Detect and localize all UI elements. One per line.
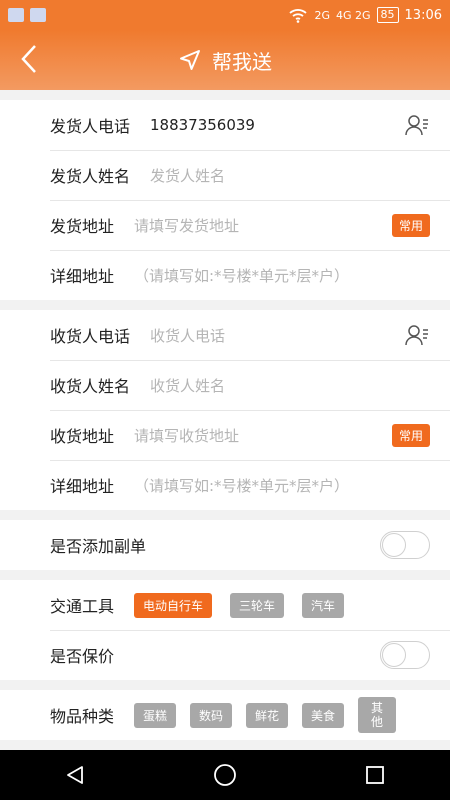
status-left <box>8 8 46 22</box>
app-header: 帮我送 <box>0 30 450 90</box>
sender-name-label: 发货人姓名 <box>50 167 131 186</box>
sender-address-input[interactable]: 请填写发货地址 <box>134 215 239 236</box>
transport-option-ebike[interactable]: 电动自行车 <box>134 592 213 618</box>
back-triangle-icon[interactable] <box>64 764 86 786</box>
receiver-address-label: 收货地址 <box>50 427 115 446</box>
sender-address-label: 发货地址 <box>50 217 115 236</box>
toggle-knob <box>382 643 406 667</box>
receiver-detail-label: 详细地址 <box>50 477 115 496</box>
network-right: 4G 2G <box>335 8 371 22</box>
category-option-other[interactable]: 其他 <box>358 697 397 733</box>
sender-phone-label: 发货人电话 <box>50 117 131 136</box>
sender-phone-row: 发货人电话 18837356039 <box>0 100 450 150</box>
contacts-icon[interactable] <box>404 322 430 348</box>
sender-detail-input[interactable]: （请填写如:*号楼*单元*层*户） <box>134 265 349 286</box>
sender-name-row: 发货人姓名 发货人姓名 <box>0 150 450 200</box>
sub-order-toggle[interactable] <box>380 531 430 559</box>
category-option-digital[interactable]: 数码 <box>190 702 233 728</box>
sub-order-label: 是否添加副单 <box>50 537 147 556</box>
category-row: 物品种类 蛋糕 数码 鲜花 美食 其他 <box>0 690 450 740</box>
title-group: 帮我送 <box>178 46 272 75</box>
category-option-cake[interactable]: 蛋糕 <box>134 702 177 728</box>
battery-indicator: 85 <box>376 7 399 23</box>
toggle-knob <box>382 533 406 557</box>
receiver-common-address-button[interactable]: 常用 <box>391 423 430 447</box>
category-section: 物品种类 蛋糕 数码 鲜花 美食 其他 <box>0 690 450 740</box>
sender-section: 发货人电话 18837356039 发货人姓名 发货人姓名 发货地址 请填写发货… <box>0 100 450 300</box>
clock: 13:06 <box>404 7 442 23</box>
sender-phone-input[interactable]: 18837356039 <box>150 116 255 134</box>
receiver-address-input[interactable]: 请填写收货地址 <box>134 425 239 446</box>
receiver-phone-label: 收货人电话 <box>50 327 131 346</box>
receiver-detail-input[interactable]: （请填写如:*号楼*单元*层*户） <box>134 475 349 496</box>
wifi-icon <box>289 9 308 23</box>
insurance-toggle[interactable] <box>380 641 430 669</box>
receiver-name-row: 收货人姓名 收货人姓名 <box>0 360 450 410</box>
status-right: 2G 4G 2G 85 13:06 <box>288 7 442 23</box>
receiver-detail-row: 详细地址 （请填写如:*号楼*单元*层*户） <box>0 460 450 510</box>
receiver-name-input[interactable]: 收货人姓名 <box>150 375 225 396</box>
sub-order-section: 是否添加副单 <box>0 520 450 570</box>
sender-address-row: 发货地址 请填写发货地址 常用 <box>0 200 450 250</box>
transport-row: 交通工具 电动自行车 三轮车 汽车 <box>0 580 450 630</box>
category-option-flowers[interactable]: 鲜花 <box>246 702 289 728</box>
transport-options: 电动自行车 三轮车 汽车 <box>134 592 345 618</box>
transport-label: 交通工具 <box>50 597 115 616</box>
sender-detail-label: 详细地址 <box>50 267 115 286</box>
transport-option-car[interactable]: 汽车 <box>302 592 345 618</box>
page-title: 帮我送 <box>212 49 272 74</box>
chevron-left-icon <box>21 45 36 73</box>
receiver-section: 收货人电话 收货人电话 收货人姓名 收货人姓名 收货地址 请填写收货地址 常用 … <box>0 310 450 510</box>
back-button[interactable] <box>14 44 44 74</box>
notification-icon <box>8 8 24 22</box>
sender-common-address-button[interactable]: 常用 <box>391 213 430 237</box>
transport-section: 交通工具 电动自行车 三轮车 汽车 是否保价 <box>0 580 450 680</box>
category-options: 蛋糕 数码 鲜花 美食 其他 <box>134 697 397 733</box>
sender-detail-row: 详细地址 （请填写如:*号楼*单元*层*户） <box>0 250 450 300</box>
navigation-arrow-icon <box>180 50 200 70</box>
insurance-label: 是否保价 <box>50 647 115 666</box>
home-circle-icon[interactable] <box>213 763 237 787</box>
receiver-address-row: 收货地址 请填写收货地址 常用 <box>0 410 450 460</box>
contacts-icon[interactable] <box>404 112 430 138</box>
category-label: 物品种类 <box>50 707 115 726</box>
receiver-name-label: 收货人姓名 <box>50 377 131 396</box>
network-left: 2G <box>314 8 330 22</box>
system-nav-bar <box>0 750 450 800</box>
status-bar: 2G 4G 2G 85 13:06 <box>0 0 450 30</box>
transport-option-tricycle[interactable]: 三轮车 <box>230 592 285 618</box>
insurance-row: 是否保价 <box>0 630 450 680</box>
category-option-food[interactable]: 美食 <box>302 702 345 728</box>
recents-square-icon[interactable] <box>364 764 386 786</box>
sub-order-row: 是否添加副单 <box>0 520 450 570</box>
sender-name-input[interactable]: 发货人姓名 <box>150 165 225 186</box>
receiver-phone-row: 收货人电话 收货人电话 <box>0 310 450 360</box>
receiver-phone-input[interactable]: 收货人电话 <box>150 325 225 346</box>
image-icon <box>30 8 46 22</box>
